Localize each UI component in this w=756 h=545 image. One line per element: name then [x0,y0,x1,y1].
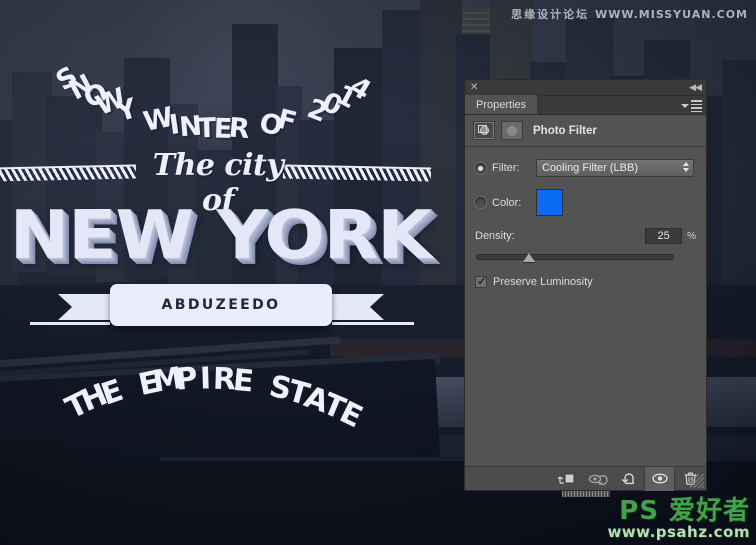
ribbon-rule-right [332,322,414,325]
density-label: Density: [475,230,515,242]
tab-properties[interactable]: Properties [465,95,538,114]
color-row: Color: [475,189,696,216]
panel-resize-grip[interactable] [690,474,704,488]
panel-footer-toolbar [465,466,706,497]
properties-panel: ✕ ◀◀ Properties Photo Filter Filter: Coo… [465,80,706,497]
watermark-bottom-url: www.psahz.com [607,523,750,542]
color-radio[interactable] [475,197,486,208]
collapse-to-icons-icon[interactable]: ◀◀ [689,82,702,93]
reset-adjustment-button[interactable] [613,467,644,491]
filter-label: Filter: [492,162,520,174]
density-slider[interactable] [476,250,674,264]
watermark-bottom-brand: PS 爱好者 [619,495,750,526]
ribbon-rule-left [30,322,110,325]
eye-icon [651,473,668,484]
slider-handle[interactable] [522,253,535,262]
striped-rule-left [0,164,137,182]
arc-letter: P [174,360,200,398]
ribbon-core: ABDUZEEDO [110,284,332,326]
arc-letter: E [231,362,256,400]
density-row: Density: 25 % [475,228,696,244]
panel-drag-grip[interactable] [561,491,610,497]
panel-body: Filter: Warming Filter (85)Warming Filte… [465,147,706,485]
adjustment-title: Photo Filter [533,124,597,137]
screenshot-stage: SNOWY WINTER OF 2014 The city of NEW YOR… [0,0,756,545]
density-input[interactable]: 25 [645,228,683,244]
arc-bottom-text: THE EMPIRE STATE [0,336,430,436]
filter-select-wrapper: Warming Filter (85)Warming Filter (LBA)W… [532,159,694,177]
watermark-top: 思缘设计论坛 WWW.MISSYUAN.COM [511,6,748,22]
clip-to-layer-button[interactable] [551,467,582,491]
layer-mask-thumbnail-button[interactable] [501,121,523,140]
mask-circle-icon [507,125,517,136]
watermark-top-url: WWW.MISSYUAN.COM [595,8,748,21]
watermark-bottom: PS 爱好者 www.psahz.com [607,495,750,542]
preserve-luminosity-row[interactable]: Preserve Luminosity [475,274,696,288]
adjustment-thumbnail-button[interactable] [473,121,495,140]
panel-tab-bar: Properties [465,95,706,115]
tab-properties-label: Properties [476,98,527,111]
adjustment-header: Photo Filter [465,115,706,147]
headline-new-york: NEW YORK [9,196,433,274]
ribbon-label: ABDUZEEDO [161,297,281,313]
filter-row: Filter: Warming Filter (85)Warming Filte… [475,159,696,177]
photo-filter-icon [478,125,487,133]
panel-menu-button[interactable] [681,100,702,112]
preserve-luminosity-checkbox[interactable] [475,274,487,288]
arc-letter: I [199,361,212,397]
color-swatch[interactable] [536,189,563,216]
striped-rule-right [282,164,432,182]
filter-radio[interactable] [475,162,486,174]
view-previous-state-button[interactable] [582,467,613,491]
panel-title-bar: ✕ ◀◀ [465,80,706,96]
toggle-visibility-button[interactable] [644,466,675,491]
eye-history-icon [588,474,608,485]
density-unit: % [687,230,696,242]
clip-to-layer-icon [557,473,574,484]
color-label: Color: [492,196,522,209]
ribbon-banner: ABDUZEEDO [58,284,332,326]
slider-track [476,254,674,260]
preserve-luminosity-label: Preserve Luminosity [493,276,593,288]
arc-letter: R [227,112,251,146]
watermark-top-cn: 思缘设计论坛 [511,8,590,21]
filter-select[interactable]: Warming Filter (85)Warming Filter (LBA)W… [536,159,694,177]
reset-arrow-icon [621,473,634,485]
hamburger-icon [691,100,702,112]
close-icon[interactable]: ✕ [470,82,478,93]
chevron-down-icon [681,104,689,108]
poster-artwork: SNOWY WINTER OF 2014 The city of NEW YOR… [0,0,470,440]
